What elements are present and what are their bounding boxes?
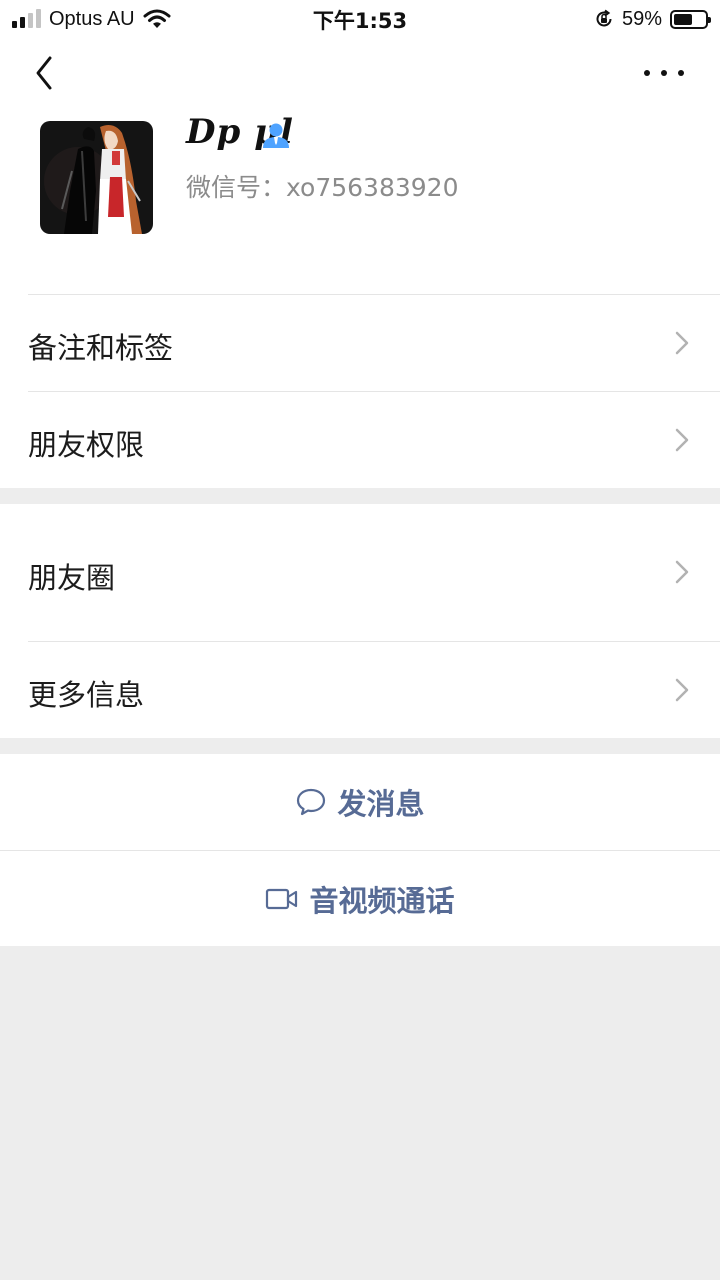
chevron-right-icon	[675, 678, 689, 702]
send-message-button[interactable]: 发消息	[0, 754, 720, 850]
more-options-button[interactable]	[640, 58, 688, 88]
row-moments[interactable]: 朋友圈	[0, 504, 720, 641]
chevron-right-icon	[675, 331, 689, 355]
video-call-button[interactable]: 音视频通话	[0, 851, 720, 947]
row-label: 更多信息	[28, 678, 145, 712]
back-button[interactable]	[26, 52, 66, 94]
orientation-lock-icon	[596, 9, 612, 27]
row-remark-tags[interactable]: 备注和标签	[0, 295, 720, 391]
status-bar: Optus AU 下午1:53 59%	[0, 0, 720, 40]
battery-icon	[670, 9, 711, 29]
chat-bubble-icon	[297, 788, 326, 816]
video-call-label: 音视频通话	[309, 884, 455, 918]
chevron-left-icon	[36, 56, 52, 90]
contact-person-icon	[263, 123, 289, 148]
chevron-right-icon	[675, 428, 689, 452]
row-more-info[interactable]: 更多信息	[0, 642, 720, 738]
chevron-right-icon	[675, 560, 689, 584]
row-label: 朋友权限	[28, 428, 145, 462]
row-friend-permissions[interactable]: 朋友权限	[0, 392, 720, 488]
battery-level	[674, 13, 692, 25]
send-message-label: 发消息	[337, 787, 425, 821]
row-label: 备注和标签	[28, 331, 174, 365]
avatar[interactable]	[40, 121, 153, 234]
more-dots-icon	[644, 70, 650, 76]
wechat-id: 微信号：xo756383920	[186, 173, 459, 202]
row-label: 朋友圈	[28, 561, 116, 595]
video-camera-icon	[266, 888, 298, 910]
battery-percent: 59%	[621, 7, 662, 30]
